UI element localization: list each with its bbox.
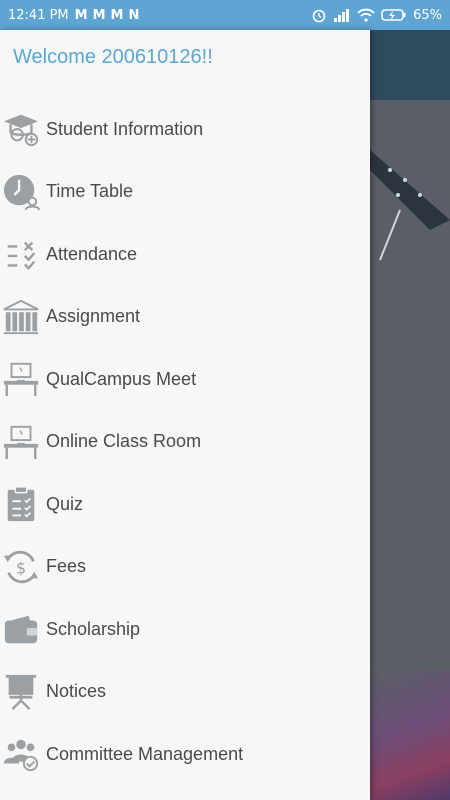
menu-item-quiz[interactable]: Quiz	[0, 473, 370, 536]
battery-charging-icon	[381, 9, 406, 21]
menu-item-label: Committee Management	[46, 743, 244, 764]
navigation-drawer: Welcome 200610126!! Student Information …	[0, 30, 370, 800]
welcome-title: Welcome 200610126!!	[13, 46, 213, 68]
menu-item-label: Fees	[46, 556, 87, 577]
menu-item-label: Notices	[46, 681, 107, 702]
menu-item-committee-management[interactable]: Committee Management	[0, 723, 370, 786]
menu-item-qualcampus-meet[interactable]: QualCampus Meet	[0, 348, 370, 411]
desk-computer-icon	[1, 422, 41, 462]
menu-item-label: Assignment	[46, 306, 141, 327]
menu-item-label: Quiz	[46, 493, 84, 514]
group-check-icon	[1, 734, 41, 774]
wallet-icon	[1, 609, 41, 649]
wifi-icon	[357, 8, 375, 22]
books-icon	[1, 297, 41, 337]
signal-icon	[334, 9, 350, 22]
status-time: 12:41 PM	[8, 7, 69, 23]
status-bar: 12:41 PM M M M N 65%	[0, 0, 450, 30]
decorative-art	[370, 670, 450, 800]
menu-item-attendance[interactable]: Attendance	[0, 223, 370, 286]
clock-person-icon	[1, 172, 41, 212]
clipboard-icon	[1, 484, 41, 524]
menu-item-label: Student Information	[46, 118, 204, 139]
menu-item-online-class-room[interactable]: Online Class Room	[0, 411, 370, 474]
menu-item-assignment[interactable]: Assignment	[0, 286, 370, 349]
svg-text:$: $	[16, 558, 26, 577]
menu-item-label: QualCampus Meet	[46, 368, 197, 389]
menu-item-label: Attendance	[46, 243, 138, 264]
checklist-icon	[1, 234, 41, 274]
menu-item-label: Time Table	[46, 181, 134, 202]
menu-item-scholarship[interactable]: Scholarship	[0, 598, 370, 661]
drawer-menu: Student Information Time Table Attendanc…	[0, 98, 370, 786]
menu-item-fees[interactable]: $ Fees	[0, 536, 370, 599]
graduate-add-icon	[1, 109, 41, 149]
menu-item-time-table[interactable]: Time Table	[0, 161, 370, 224]
n-app-icon: N	[128, 7, 139, 23]
background-content	[370, 30, 450, 800]
graduation-cap-image	[370, 150, 450, 261]
menu-item-notices[interactable]: Notices	[0, 661, 370, 724]
menu-item-student-information[interactable]: Student Information	[0, 98, 370, 161]
easel-icon	[1, 672, 41, 712]
menu-item-label: Online Class Room	[46, 431, 202, 452]
battery-level: 65%	[413, 7, 442, 23]
alarm-icon	[312, 9, 326, 23]
gmail-icon: M	[110, 7, 124, 23]
app-bar-background	[370, 30, 450, 100]
gmail-icon: M	[92, 7, 106, 23]
menu-item-label: Scholarship	[46, 618, 141, 639]
desk-computer-icon	[1, 359, 41, 399]
gmail-icon: M	[74, 7, 88, 23]
dollar-refresh-icon: $	[1, 547, 41, 587]
